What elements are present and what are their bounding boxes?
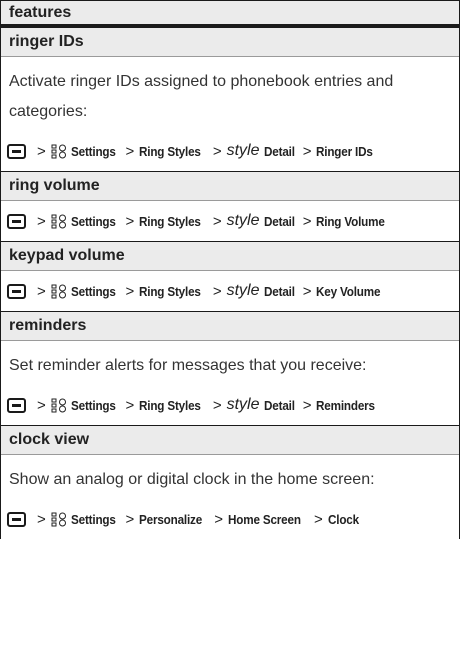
feature-ring-volume: ring volume > Settings > Ring Styles > s…	[1, 172, 459, 242]
path-separator: >	[37, 510, 46, 528]
path-separator: >	[125, 282, 135, 300]
menu-path: > Settings > Ring Styles > style Detail …	[1, 201, 459, 241]
path-variable: style	[226, 396, 260, 413]
table-header: features	[1, 0, 459, 28]
path-separator: >	[212, 396, 222, 414]
menu-key-icon	[7, 397, 26, 413]
path-step: Settings	[70, 143, 116, 159]
settings-icon	[51, 214, 66, 228]
feature-description: Activate ringer IDs assigned to phoneboo…	[9, 73, 394, 120]
menu-key-icon	[7, 283, 26, 299]
table-header-title: features	[9, 3, 72, 21]
path-step: Ringer IDs	[316, 143, 374, 159]
feature-title: ring volume	[1, 172, 459, 201]
path-step: Settings	[70, 511, 116, 527]
path-step: Settings	[70, 283, 116, 299]
settings-icon	[51, 284, 66, 298]
settings-icon	[51, 398, 66, 412]
path-step: Reminders	[316, 397, 376, 413]
path-separator: >	[212, 212, 222, 230]
path-step: Ring Styles	[139, 213, 201, 229]
path-step: Settings	[70, 397, 116, 413]
path-step: Home Screen	[228, 511, 301, 527]
feature-title: keypad volume	[1, 242, 459, 271]
path-separator: >	[214, 510, 224, 528]
feature-description: Show an analog or digital clock in the h…	[9, 471, 375, 488]
path-separator: >	[212, 142, 222, 160]
path-variable: style	[226, 142, 260, 159]
path-step: Ring Styles	[139, 143, 201, 159]
path-separator: >	[302, 396, 312, 414]
menu-path: > Settings > Ring Styles > style Detail …	[1, 271, 459, 311]
features-table: features ringer IDs Activate ringer IDs …	[0, 0, 460, 539]
path-step: Detail	[263, 143, 295, 159]
path-step: Personalize	[139, 511, 203, 527]
menu-key-icon	[7, 511, 26, 527]
path-separator: >	[302, 282, 312, 300]
menu-path: > Settings > Ring Styles > style Detail …	[1, 385, 459, 425]
path-separator: >	[313, 510, 323, 528]
menu-path: > Settings > Personalize > Home Screen >…	[1, 499, 459, 539]
path-separator: >	[302, 142, 312, 160]
settings-icon	[51, 512, 66, 526]
path-step: Ring Volume	[316, 213, 386, 229]
feature-description: Set reminder alerts for messages that yo…	[9, 357, 367, 374]
path-variable: style	[226, 212, 260, 229]
feature-title: reminders	[1, 312, 459, 341]
path-step: Ring Styles	[139, 283, 201, 299]
path-step: Settings	[70, 213, 116, 229]
path-separator: >	[37, 142, 46, 160]
path-step: Ring Styles	[139, 397, 201, 413]
path-separator: >	[302, 212, 312, 230]
path-separator: >	[125, 510, 135, 528]
path-separator: >	[212, 282, 222, 300]
path-separator: >	[125, 396, 135, 414]
feature-ringer-ids: ringer IDs Activate ringer IDs assigned …	[1, 28, 459, 172]
path-variable: style	[226, 282, 260, 299]
path-separator: >	[37, 396, 46, 414]
path-separator: >	[37, 212, 46, 230]
path-separator: >	[125, 142, 135, 160]
menu-key-icon	[7, 143, 26, 159]
feature-reminders: reminders Set reminder alerts for messag…	[1, 312, 459, 426]
feature-title: ringer IDs	[1, 28, 459, 57]
menu-path: > Settings > Ring Styles > style Detail …	[1, 131, 459, 171]
settings-icon	[51, 144, 66, 158]
path-separator: >	[125, 212, 135, 230]
path-step: Key Volume	[316, 283, 381, 299]
path-step: Clock	[327, 511, 359, 527]
path-separator: >	[37, 282, 46, 300]
feature-clock-view: clock view Show an analog or digital clo…	[1, 426, 459, 539]
feature-title: clock view	[1, 426, 459, 455]
path-step: Detail	[263, 397, 295, 413]
menu-key-icon	[7, 213, 26, 229]
path-step: Detail	[263, 213, 295, 229]
feature-keypad-volume: keypad volume > Settings > Ring Styles >…	[1, 242, 459, 312]
path-step: Detail	[263, 283, 295, 299]
